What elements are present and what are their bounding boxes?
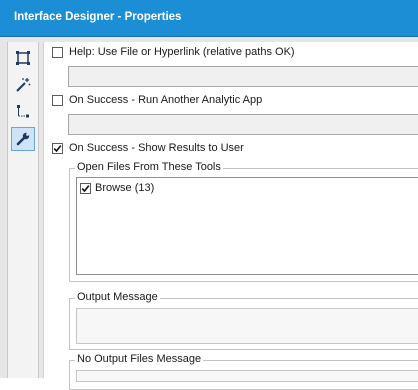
open-files-legend: Open Files From These Tools — [75, 161, 223, 173]
properties-panel: Help: Use File or Hyperlink (relative pa… — [43, 42, 418, 390]
browse-tool-label: Browse (13) — [95, 182, 155, 194]
magic-wand-icon — [16, 78, 31, 92]
help-label: Help: Use File or Hyperlink (relative pa… — [69, 46, 295, 58]
layout-select-button[interactable] — [11, 46, 35, 70]
wrench-icon — [16, 132, 30, 146]
no-output-message-legend: No Output Files Message — [75, 353, 204, 365]
run-another-app-label: On Success - Run Another Analytic App — [69, 94, 263, 106]
designer-toolbar — [7, 42, 39, 378]
window-title: Interface Designer - Properties — [0, 0, 418, 37]
show-results-checkbox[interactable] — [52, 143, 63, 154]
checkmark-icon — [53, 145, 62, 153]
tree-connector-button[interactable] — [11, 100, 35, 124]
wrench-button[interactable] — [11, 127, 35, 151]
no-output-message-input[interactable] — [76, 370, 418, 382]
open-files-list[interactable]: Browse (13) — [76, 177, 418, 275]
browse-tool-checkbox[interactable] — [80, 183, 91, 194]
checkmark-icon — [81, 185, 90, 193]
output-message-legend: Output Message — [75, 291, 160, 303]
run-another-app-checkbox[interactable] — [52, 95, 63, 106]
help-path-input[interactable] — [68, 66, 418, 87]
tree-connector-icon — [17, 105, 29, 118]
magic-wand-button[interactable] — [11, 73, 35, 97]
run-another-app-input[interactable] — [68, 114, 418, 135]
help-checkbox[interactable] — [52, 47, 63, 58]
output-message-input[interactable] — [76, 308, 418, 344]
layout-select-icon — [16, 51, 30, 65]
show-results-label: On Success - Show Results to User — [69, 142, 244, 154]
